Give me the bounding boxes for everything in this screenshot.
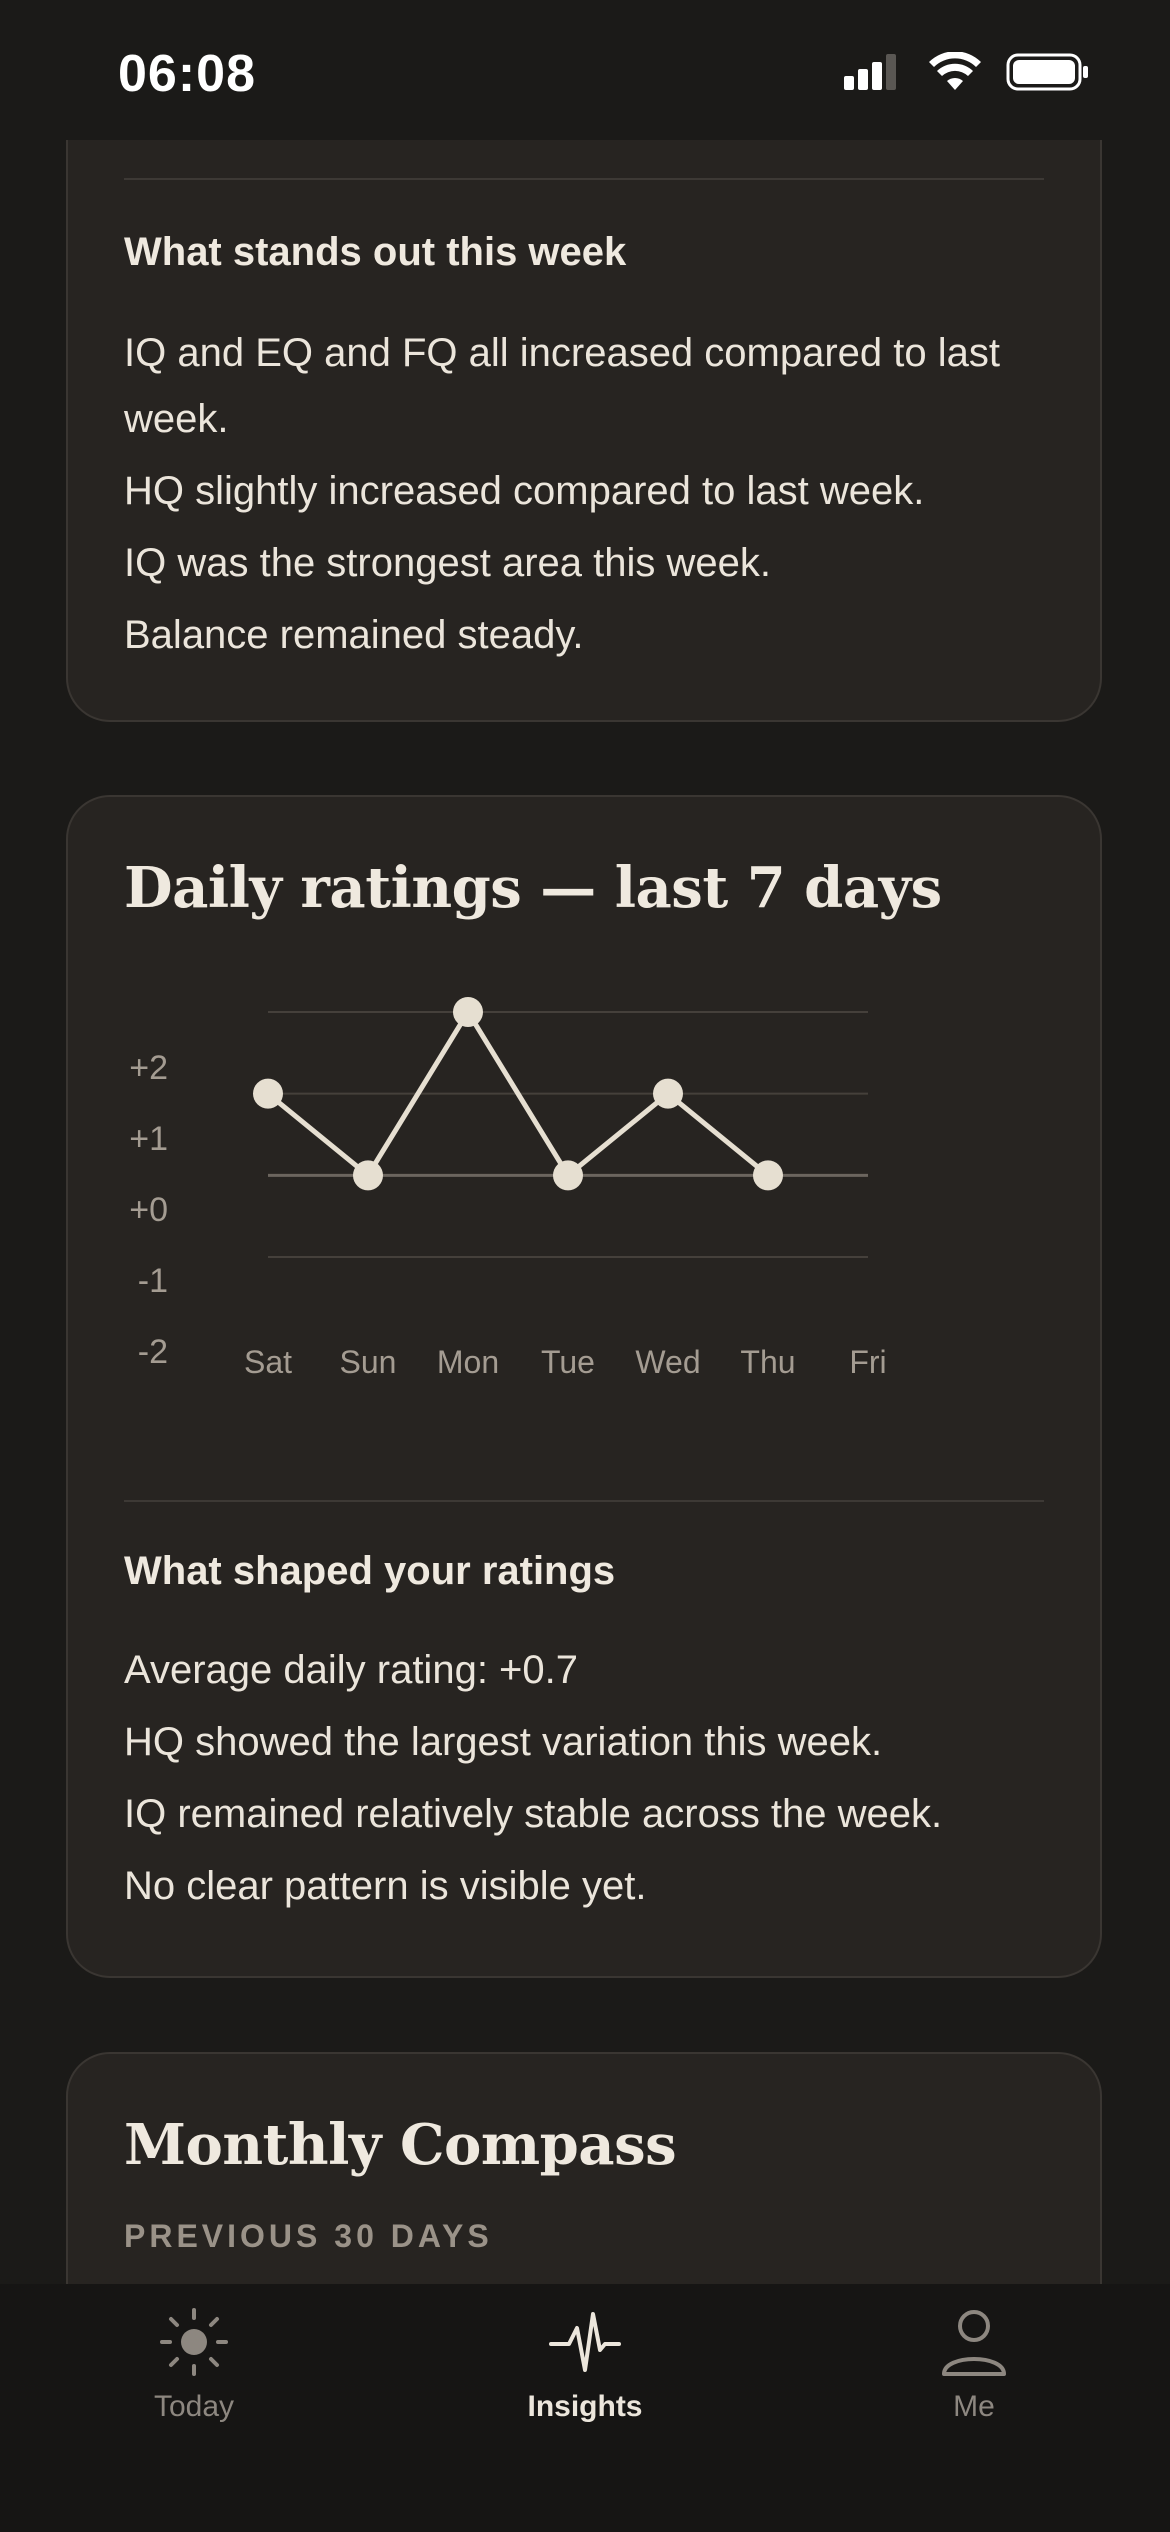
x-tick-label: Wed [635,1344,700,1380]
insights-scroll-area[interactable]: What stands out this week IQ and EQ and … [0,0,1170,2284]
tab-me[interactable]: Me [854,2304,1094,2454]
card-divider [124,178,1044,180]
x-tick-label: Sat [244,1344,292,1380]
x-tick-label: Fri [849,1344,886,1380]
week-highlights-list: IQ and EQ and FQ all increased compared … [124,320,1060,674]
x-tick-label: Tue [541,1344,595,1380]
status-icons [844,52,1090,92]
y-tick-label: +0 [129,1191,168,1229]
tab-me-label: Me [953,2390,995,2423]
tab-bar: Today Insights Me [0,2284,1170,2532]
pulse-icon [549,2312,621,2372]
tab-insights-label: Insights [527,2390,643,2423]
monthly-compass-card[interactable]: Monthly Compass PREVIOUS 30 DAYS [66,2052,1102,2284]
y-tick-label: +2 [129,1049,168,1087]
shaped-ratings-line: IQ remained relatively stable across the… [124,1792,943,1836]
y-tick-label: -2 [138,1333,168,1371]
shaped-ratings-heading: What shaped your ratings [124,1549,616,1593]
daily-ratings-card: Daily ratings — last 7 days +2 +1 +0 -1 -2 Sa… [66,795,1102,1978]
weekly-summary-card: What stands out this week IQ and EQ and … [66,80,1102,722]
data-point [353,1160,383,1191]
daily-ratings-chart: +2 +1 +0 -1 -2 Sat Sun Mon Tue Wed Thu Fri [129,997,887,1380]
person-icon [942,2310,1006,2376]
x-tick-label: Mon [437,1344,499,1380]
week-highlight-line: HQ slightly increased compared to last w… [124,469,925,513]
data-point [253,1078,283,1109]
tab-today-label: Today [153,2390,235,2423]
monthly-period-label: PREVIOUS 30 DAYS [124,2218,493,2254]
y-tick-label: -1 [138,1262,168,1300]
battery-icon [1006,53,1088,91]
x-tick-label: Sun [340,1344,397,1380]
shaped-ratings-line: HQ showed the largest variation this wee… [124,1720,883,1764]
shaped-ratings-line: No clear pattern is visible yet. [124,1864,647,1908]
shaped-ratings-line: Average daily rating: +0.7 [124,1648,579,1692]
week-highlight-line: Balance remained steady. [124,613,584,657]
week-highlight-line: IQ and EQ and FQ all increased compared … [124,331,1000,441]
tab-today[interactable]: Today [74,2304,314,2454]
week-highlights-heading: What stands out this week [124,230,627,274]
cellular-signal-icon [844,54,896,90]
week-highlight-line: IQ was the strongest area this week. [124,541,771,585]
data-point [553,1160,583,1191]
data-point [453,997,483,1027]
status-time: 06:08 [118,45,256,103]
y-tick-label: +1 [129,1120,168,1158]
data-point [653,1078,683,1109]
wifi-icon [929,52,981,90]
shaped-ratings-list: Average daily rating: +0.7 HQ showed the… [124,1637,1060,1925]
x-tick-label: Thu [740,1344,795,1380]
tab-insights[interactable]: Insights [465,2304,705,2454]
data-point [753,1160,783,1191]
sun-icon [160,2308,228,2376]
monthly-compass-title: Monthly Compass [124,2112,677,2178]
status-bar: 06:08 [0,0,1170,140]
card-divider [124,1500,1044,1502]
